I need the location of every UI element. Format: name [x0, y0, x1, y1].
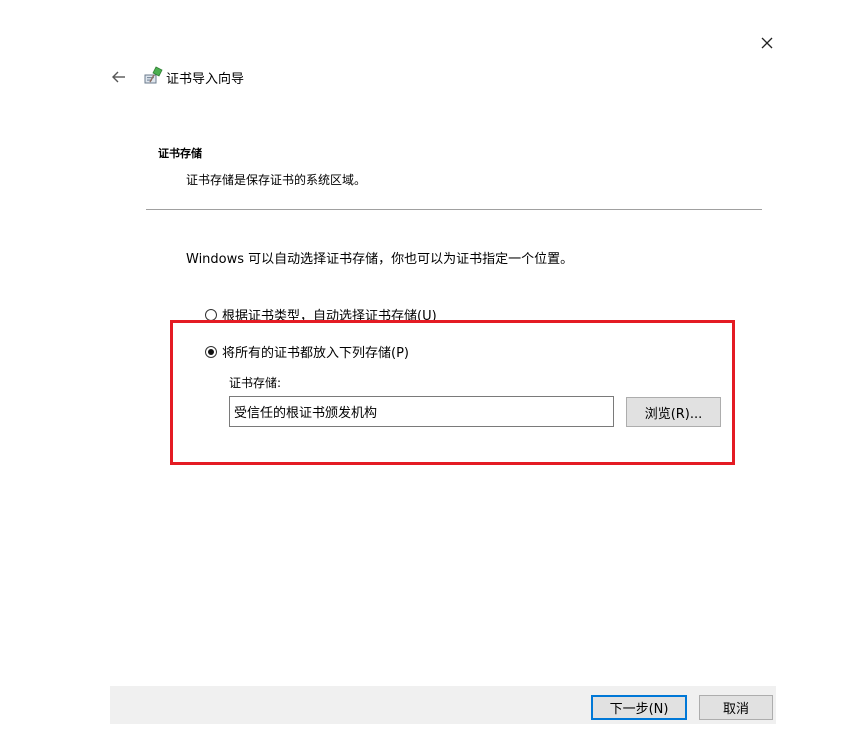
cancel-button[interactable]: 取消: [699, 695, 773, 720]
close-button[interactable]: [752, 30, 782, 56]
radio-auto-select[interactable]: [205, 308, 217, 321]
next-button[interactable]: 下一步(N): [591, 695, 687, 720]
highlight-box: [170, 320, 735, 465]
divider: [146, 209, 762, 210]
back-button[interactable]: [108, 66, 130, 88]
section-title: 证书存储: [158, 147, 202, 160]
info-text: Windows 可以自动选择证书存储，你也可以为证书指定一个位置。: [186, 252, 574, 267]
back-arrow-icon: [112, 71, 125, 83]
certificate-wizard-icon: [144, 66, 163, 84]
wizard-title: 证书导入向导: [166, 72, 245, 87]
section-description: 证书存储是保存证书的系统区域。: [186, 173, 367, 187]
close-icon: [761, 37, 773, 49]
